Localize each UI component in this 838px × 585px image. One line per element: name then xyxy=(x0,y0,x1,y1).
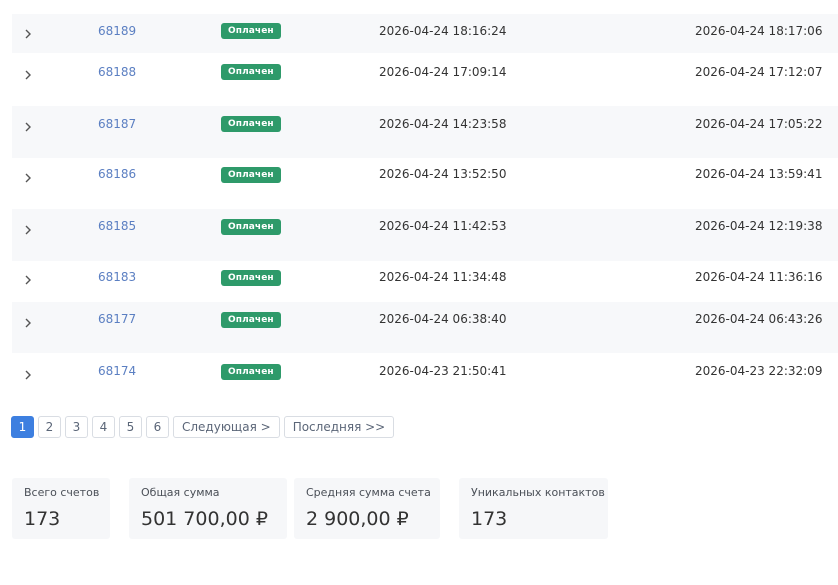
paid-date: 2026-04-24 06:43:26 xyxy=(695,312,823,326)
paid-date: 2026-04-24 17:12:07 xyxy=(695,65,823,79)
stat-label: Всего счетов xyxy=(24,486,100,499)
page-button-3[interactable]: 3 xyxy=(65,416,88,438)
paid-date: 2026-04-24 13:59:41 xyxy=(695,167,823,181)
stat-value: 501 700,00 ₽ xyxy=(141,508,268,530)
created-date: 2026-04-24 14:23:58 xyxy=(379,117,507,131)
status-badge: Оплачен xyxy=(221,116,281,132)
status-badge: Оплачен xyxy=(221,312,281,328)
stat-label: Уникальных контактов xyxy=(471,486,605,499)
invoice-id-link[interactable]: 68187 xyxy=(98,117,136,131)
table-row[interactable]: 68174 Оплачен 2026-04-23 21:50:41 2026-0… xyxy=(12,353,838,398)
chevron-right-icon[interactable] xyxy=(23,70,33,80)
paid-date: 2026-04-24 18:17:06 xyxy=(695,24,823,38)
table-row[interactable]: 68187 Оплачен 2026-04-24 14:23:58 2026-0… xyxy=(12,106,838,158)
page-button-6[interactable]: 6 xyxy=(146,416,169,438)
stat-label: Средняя сумма счета xyxy=(306,486,431,499)
invoice-id-link[interactable]: 68185 xyxy=(98,219,136,233)
invoices-page: 68189 Оплачен 2026-04-24 18:16:24 2026-0… xyxy=(0,0,838,585)
created-date: 2026-04-24 13:52:50 xyxy=(379,167,507,181)
created-date: 2026-04-24 11:34:48 xyxy=(379,270,507,284)
created-date: 2026-04-24 11:42:53 xyxy=(379,219,507,233)
last-page-button[interactable]: Последняя >> xyxy=(283,416,395,438)
status-badge: Оплачен xyxy=(221,167,281,183)
status-badge: Оплачен xyxy=(221,270,281,286)
stat-card-avg-sum: Средняя сумма счета 2 900,00 ₽ xyxy=(294,478,440,539)
chevron-right-icon[interactable] xyxy=(23,122,33,132)
table-row[interactable]: 68177 Оплачен 2026-04-24 06:38:40 2026-0… xyxy=(12,302,838,353)
page-button-5[interactable]: 5 xyxy=(119,416,142,438)
status-badge: Оплачен xyxy=(221,219,281,235)
status-badge: Оплачен xyxy=(221,23,281,39)
created-date: 2026-04-24 18:16:24 xyxy=(379,24,507,38)
chevron-right-icon[interactable] xyxy=(23,275,33,285)
stat-card-unique-contacts: Уникальных контактов 173 xyxy=(459,478,608,539)
paid-date: 2026-04-24 11:36:16 xyxy=(695,270,823,284)
pagination: 1 2 3 4 5 6 Следующая > Последняя >> xyxy=(11,416,395,438)
table-row[interactable]: 68186 Оплачен 2026-04-24 13:52:50 2026-0… xyxy=(12,158,838,209)
stat-card-total-invoices: Всего счетов 173 xyxy=(12,478,110,539)
invoice-id-link[interactable]: 68183 xyxy=(98,270,136,284)
page-button-2[interactable]: 2 xyxy=(38,416,61,438)
paid-date: 2026-04-24 12:19:38 xyxy=(695,219,823,233)
created-date: 2026-04-23 21:50:41 xyxy=(379,364,507,378)
table-row[interactable]: 68188 Оплачен 2026-04-24 17:09:14 2026-0… xyxy=(12,53,838,106)
paid-date: 2026-04-23 22:32:09 xyxy=(695,364,823,378)
page-button-4[interactable]: 4 xyxy=(92,416,115,438)
invoice-id-link[interactable]: 68186 xyxy=(98,167,136,181)
chevron-right-icon[interactable] xyxy=(23,370,33,380)
next-page-button[interactable]: Следующая > xyxy=(173,416,280,438)
stat-card-total-sum: Общая сумма 501 700,00 ₽ xyxy=(129,478,287,539)
stat-value: 2 900,00 ₽ xyxy=(306,508,409,530)
chevron-right-icon[interactable] xyxy=(23,173,33,183)
table-row[interactable]: 68183 Оплачен 2026-04-24 11:34:48 2026-0… xyxy=(12,261,838,302)
invoice-id-link[interactable]: 68188 xyxy=(98,65,136,79)
created-date: 2026-04-24 17:09:14 xyxy=(379,65,507,79)
status-badge: Оплачен xyxy=(221,64,281,80)
created-date: 2026-04-24 06:38:40 xyxy=(379,312,507,326)
chevron-right-icon[interactable] xyxy=(23,29,33,39)
table-row[interactable]: 68185 Оплачен 2026-04-24 11:42:53 2026-0… xyxy=(12,209,838,261)
invoice-id-link[interactable]: 68189 xyxy=(98,24,136,38)
stat-value: 173 xyxy=(24,508,61,530)
invoice-id-link[interactable]: 68177 xyxy=(98,312,136,326)
table-row[interactable]: 68189 Оплачен 2026-04-24 18:16:24 2026-0… xyxy=(12,14,838,53)
chevron-right-icon[interactable] xyxy=(23,318,33,328)
invoice-id-link[interactable]: 68174 xyxy=(98,364,136,378)
paid-date: 2026-04-24 17:05:22 xyxy=(695,117,823,131)
invoice-table-body: 68189 Оплачен 2026-04-24 18:16:24 2026-0… xyxy=(12,0,838,380)
chevron-right-icon[interactable] xyxy=(23,225,33,235)
page-button-1[interactable]: 1 xyxy=(11,416,34,438)
stat-label: Общая сумма xyxy=(141,486,220,499)
stat-value: 173 xyxy=(471,508,508,530)
status-badge: Оплачен xyxy=(221,364,281,380)
